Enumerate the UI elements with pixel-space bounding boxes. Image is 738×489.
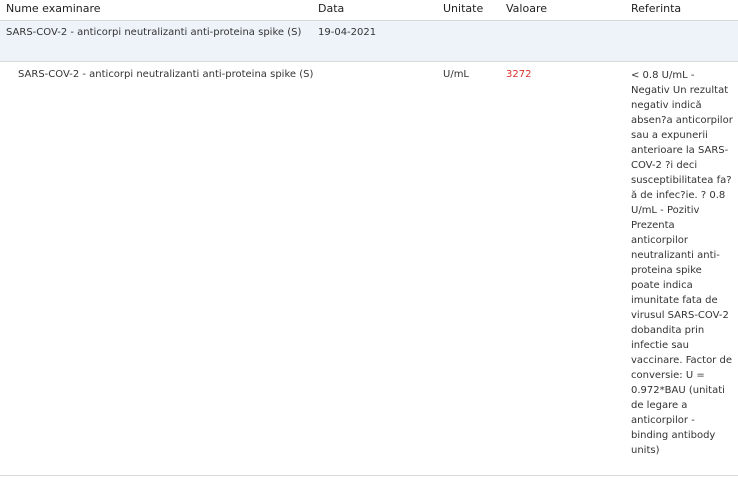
header-valoare[interactable]: Valoare bbox=[506, 2, 547, 15]
header-referinta[interactable]: Referinta bbox=[631, 2, 681, 15]
test-value: 3272 bbox=[506, 69, 532, 80]
test-reference-range: < 0.8 U/mL - Negativ Un rezultat negativ… bbox=[631, 70, 733, 456]
group-row[interactable]: SARS-COV-2 - anticorpi neutralizanti ant… bbox=[0, 21, 738, 62]
test-name: SARS-COV-2 - anticorpi neutralizanti ant… bbox=[18, 69, 314, 80]
table-header: Nume examinare Data Unitate Valoare Refe… bbox=[0, 0, 738, 21]
header-nume-examinare[interactable]: Nume examinare bbox=[6, 2, 101, 15]
header-data[interactable]: Data bbox=[318, 2, 344, 15]
test-unit: U/mL bbox=[443, 69, 470, 80]
group-name: SARS-COV-2 - anticorpi neutralizanti ant… bbox=[6, 27, 302, 38]
header-unitate[interactable]: Unitate bbox=[443, 2, 483, 15]
group-date: 19-04-2021 bbox=[318, 27, 377, 38]
results-table: Nume examinare Data Unitate Valoare Refe… bbox=[0, 0, 738, 476]
table-row[interactable]: SARS-COV-2 - anticorpi neutralizanti ant… bbox=[0, 62, 738, 476]
